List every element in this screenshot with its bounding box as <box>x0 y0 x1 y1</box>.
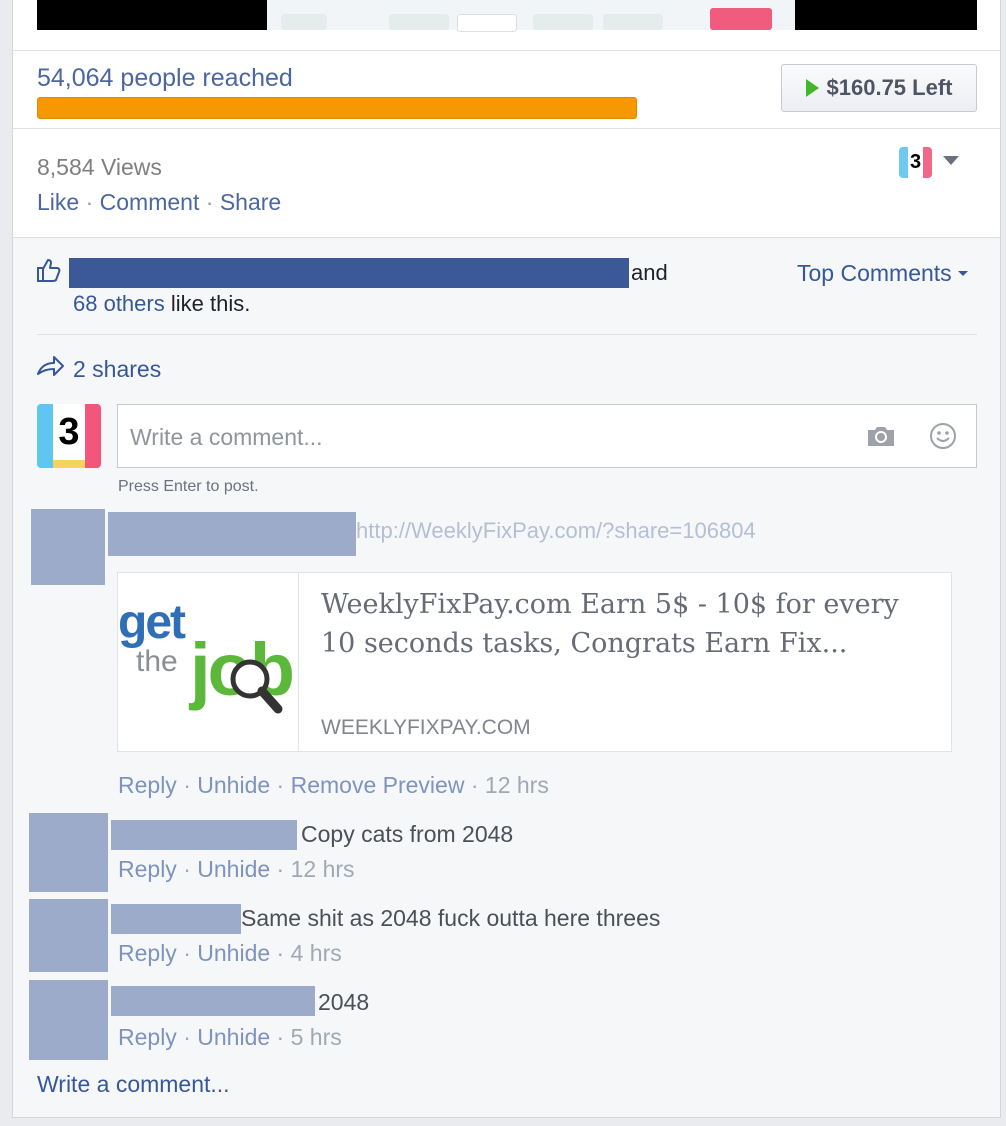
post-card: 54,064 people reached $160.75 Left 8,584… <box>12 0 1001 1118</box>
reply-link[interactable]: Reply <box>118 1024 177 1050</box>
separator: · <box>85 189 94 215</box>
commenter-avatar[interactable] <box>29 813 108 892</box>
link-preview[interactable]: get the job WeeklyFixPay.com Earn 5$ - 1… <box>117 572 952 752</box>
unhide-link[interactable]: Unhide <box>197 772 270 798</box>
comment-timestamp[interactable]: 12 hrs <box>485 772 549 798</box>
separator: · <box>205 189 214 215</box>
comment-composer <box>117 404 977 469</box>
commenter-avatar[interactable] <box>29 899 108 972</box>
post-media[interactable] <box>37 0 977 32</box>
divider <box>13 237 1000 238</box>
comment-text: Same shit as 2048 fuck outta here threes <box>241 905 661 931</box>
shares-link[interactable]: 2 shares <box>73 356 161 383</box>
thumb-the: the <box>136 645 178 678</box>
comment-text: Copy cats from 2048 <box>301 821 514 847</box>
camera-icon[interactable] <box>866 425 896 447</box>
comment-actions: Reply · Unhide · 12 hrs <box>118 856 355 882</box>
commenter-avatar[interactable] <box>29 980 108 1060</box>
play-icon <box>805 79 819 97</box>
others-link[interactable]: 68 others <box>73 291 165 316</box>
reach-progress-bar <box>37 97 637 119</box>
thumb-get: get <box>118 596 186 649</box>
press-enter-hint: Press Enter to post. <box>118 478 259 495</box>
page-avatar-small[interactable]: 3 <box>899 147 932 178</box>
unhide-link[interactable]: Unhide <box>197 940 270 966</box>
reply-link[interactable]: Reply <box>118 772 177 798</box>
top-comments-dropdown[interactable]: Top Comments <box>797 260 968 287</box>
likes-summary: 68 others like this. <box>73 291 250 317</box>
likes-suffix: like this. <box>164 291 251 316</box>
divider <box>13 50 1000 51</box>
magnifier-icon <box>230 659 283 714</box>
comment-text: 2048 <box>318 989 370 1015</box>
top-comments-label: Top Comments <box>797 260 952 286</box>
comment-timestamp[interactable]: 4 hrs <box>291 940 342 966</box>
comment-input[interactable] <box>128 405 852 469</box>
preview-thumbnail: get the job <box>118 573 299 751</box>
people-reached[interactable]: 54,064 people reached <box>37 64 293 93</box>
reply-link[interactable]: Reply <box>118 856 177 882</box>
commenter-avatar[interactable] <box>31 509 105 585</box>
reply-link[interactable]: Reply <box>118 940 177 966</box>
media-screenshot <box>267 0 795 32</box>
preview-title[interactable]: WeeklyFixPay.com Earn 5$ - 10$ for every… <box>321 585 941 663</box>
view-count: 8,584 Views <box>37 154 162 180</box>
redacted-commenter-name[interactable] <box>111 820 297 850</box>
caret-down-icon[interactable] <box>943 156 959 165</box>
budget-left-button[interactable]: $160.75 Left <box>781 64 977 112</box>
comment-actions: Reply · Unhide · 5 hrs <box>118 1024 342 1050</box>
comment-actions: Reply · Unhide · 4 hrs <box>118 940 342 966</box>
unhide-link[interactable]: Unhide <box>197 856 270 882</box>
comment-timestamp[interactable]: 5 hrs <box>291 1024 342 1050</box>
redacted-names <box>69 258 629 288</box>
redacted-commenter-name[interactable] <box>111 904 241 934</box>
like-link[interactable]: Like <box>37 189 79 215</box>
user-avatar[interactable]: 3 <box>37 404 101 468</box>
remove-preview-link[interactable]: Remove Preview <box>291 772 465 798</box>
share-icon[interactable] <box>35 352 65 380</box>
avatar-digit: 3 <box>908 147 923 178</box>
divider <box>37 334 977 335</box>
comment-link[interactable]: Comment <box>100 189 200 215</box>
comment-link-url[interactable]: http://WeeklyFixPay.com/?share=106804 <box>356 518 756 544</box>
post-actions: Like · Comment · Share <box>37 189 281 216</box>
unhide-link[interactable]: Unhide <box>197 1024 270 1050</box>
share-link[interactable]: Share <box>220 189 281 215</box>
budget-label: $160.75 Left <box>826 75 953 100</box>
redacted-commenter-name[interactable] <box>111 986 315 1016</box>
write-comment-link[interactable]: Write a comment... <box>37 1071 230 1098</box>
redacted-commenter-name[interactable] <box>108 512 356 556</box>
divider <box>13 128 1000 129</box>
preview-domain: WEEKLYFIXPAY.COM <box>321 716 531 739</box>
like-icon[interactable] <box>35 256 63 284</box>
comment-timestamp[interactable]: 12 hrs <box>291 856 355 882</box>
avatar-digit: 3 <box>58 411 80 453</box>
smiley-icon[interactable] <box>929 422 957 450</box>
likes-and: and <box>631 260 668 285</box>
comment-actions: Reply · Unhide · Remove Preview · 12 hrs <box>118 772 549 798</box>
chevron-down-icon <box>957 271 968 276</box>
